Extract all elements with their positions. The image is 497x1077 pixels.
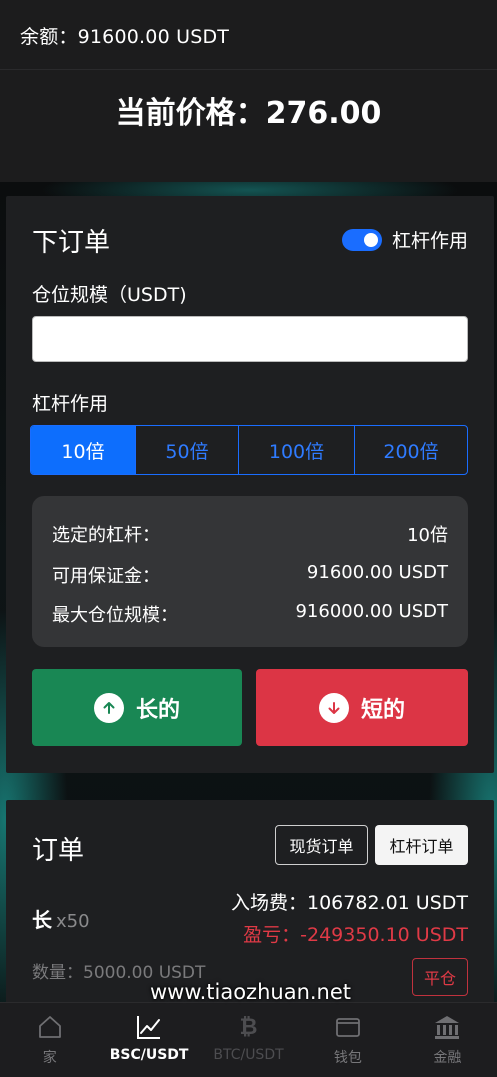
tab-leverage-orders[interactable]: 杠杆订单: [375, 825, 468, 865]
leverage-option-10x[interactable]: 10倍: [31, 426, 135, 474]
leverage-toggle-row: 杠杆作用: [341, 226, 468, 253]
leverage-toggle-label: 杠杆作用: [391, 230, 468, 252]
balance-label: 余额：: [20, 26, 78, 48]
balance: 余额：91600.00 USDT: [20, 22, 229, 49]
chart-line-icon: [135, 1013, 163, 1041]
price-label: 当前价格：: [115, 96, 266, 131]
header-divider: [0, 69, 497, 70]
arrow-up-circle-icon: [93, 692, 124, 723]
position-size-label: 仓位规模（USDT): [32, 284, 187, 306]
nav-label-bsc-usdt: BSC/USDT: [109, 1047, 189, 1063]
long-button[interactable]: 长的: [32, 669, 242, 746]
available-margin-label: 可用保证金：: [52, 566, 160, 587]
position-leverage: x50: [56, 911, 90, 932]
leverage-label: 杠杆作用: [32, 393, 109, 415]
selected-leverage-label: 选定的杠杆：: [52, 525, 160, 546]
leverage-selector: 10倍 50倍 100倍 200倍: [30, 425, 468, 475]
long-button-label: 长的: [135, 697, 180, 723]
arrow-down-circle-icon: [318, 692, 349, 723]
position-side: 长 x50: [32, 904, 90, 933]
short-button[interactable]: 短的: [256, 669, 468, 746]
max-position-value: 916000.00 USDT: [295, 601, 448, 622]
summary-row-max-position: 最大仓位规模： 916000.00 USDT: [52, 601, 448, 627]
entry-fee-label: 入场费：: [230, 892, 307, 914]
nav-label-home: 家: [42, 1050, 57, 1066]
nav-label-wallet: 钱包: [333, 1050, 362, 1066]
quantity-label: 数量：: [32, 963, 83, 983]
nav-item-btc-usdt[interactable]: ₿ BTC/USDT: [199, 1003, 298, 1077]
header-bar: 余额：91600.00 USDT 当前价格：276.00: [0, 0, 497, 182]
home-icon: [36, 1013, 64, 1041]
pnl-label: 盈亏：: [243, 924, 301, 946]
position-side-label: 长: [32, 908, 52, 932]
position-size-input[interactable]: [32, 316, 468, 362]
nav-item-home[interactable]: 家: [0, 1003, 99, 1077]
toggle-knob: [363, 232, 378, 247]
balance-value: 91600.00 USDT: [77, 26, 230, 48]
tab-spot-orders[interactable]: 现货订单: [275, 825, 368, 865]
orders-card: 订单 现货订单 杠杆订单 长 x50 入场费：106782.01 USDT 盈亏：…: [6, 800, 494, 1010]
place-order-card: 下订单 杠杆作用 仓位规模（USDT) 杠杆作用 10倍 50倍 100倍 20…: [6, 196, 494, 773]
nav-item-wallet[interactable]: 钱包: [298, 1003, 397, 1077]
place-order-title: 下订单: [32, 228, 111, 258]
bank-icon: [433, 1013, 461, 1041]
nav-item-bsc-usdt[interactable]: BSC/USDT: [99, 1003, 198, 1077]
price-value: 276.00: [265, 96, 382, 131]
available-margin-value: 91600.00 USDT: [306, 562, 448, 583]
max-position-label: 最大仓位规模：: [52, 605, 178, 626]
summary-row-available-margin: 可用保证金： 91600.00 USDT: [52, 562, 448, 588]
leverage-option-50x[interactable]: 50倍: [135, 426, 238, 474]
bottom-navigation: 家 BSC/USDT ₿ BTC/USDT 钱包 金融: [0, 1002, 497, 1077]
leverage-option-200x[interactable]: 200倍: [354, 426, 467, 474]
entry-fee-value: 106782.01 USDT: [307, 892, 468, 914]
leverage-option-100x[interactable]: 100倍: [238, 426, 354, 474]
short-button-label: 短的: [360, 697, 405, 723]
orders-title: 订单: [32, 836, 85, 866]
nav-label-finance: 金融: [433, 1050, 462, 1066]
leverage-summary: 选定的杠杆： 10倍 可用保证金： 91600.00 USDT 最大仓位规模： …: [32, 496, 468, 647]
pnl-value: -249350.10 USDT: [300, 924, 468, 946]
bitcoin-icon: ₿: [239, 1015, 258, 1040]
nav-label-btc-usdt: BTC/USDT: [213, 1047, 284, 1063]
close-position-button[interactable]: 平仓: [412, 958, 468, 996]
wallet-icon: [334, 1013, 362, 1041]
entry-fee: 入场费：106782.01 USDT: [231, 888, 468, 915]
leverage-toggle[interactable]: [341, 228, 382, 251]
nav-item-finance[interactable]: 金融: [398, 1003, 497, 1077]
summary-row-selected-leverage: 选定的杠杆： 10倍: [52, 521, 448, 547]
watermark: www.tiaozhuan.net: [150, 980, 352, 1004]
profit-loss: 盈亏：-249350.10 USDT: [243, 920, 468, 947]
selected-leverage-value: 10倍: [407, 525, 448, 546]
current-price: 当前价格：276.00: [0, 88, 497, 132]
